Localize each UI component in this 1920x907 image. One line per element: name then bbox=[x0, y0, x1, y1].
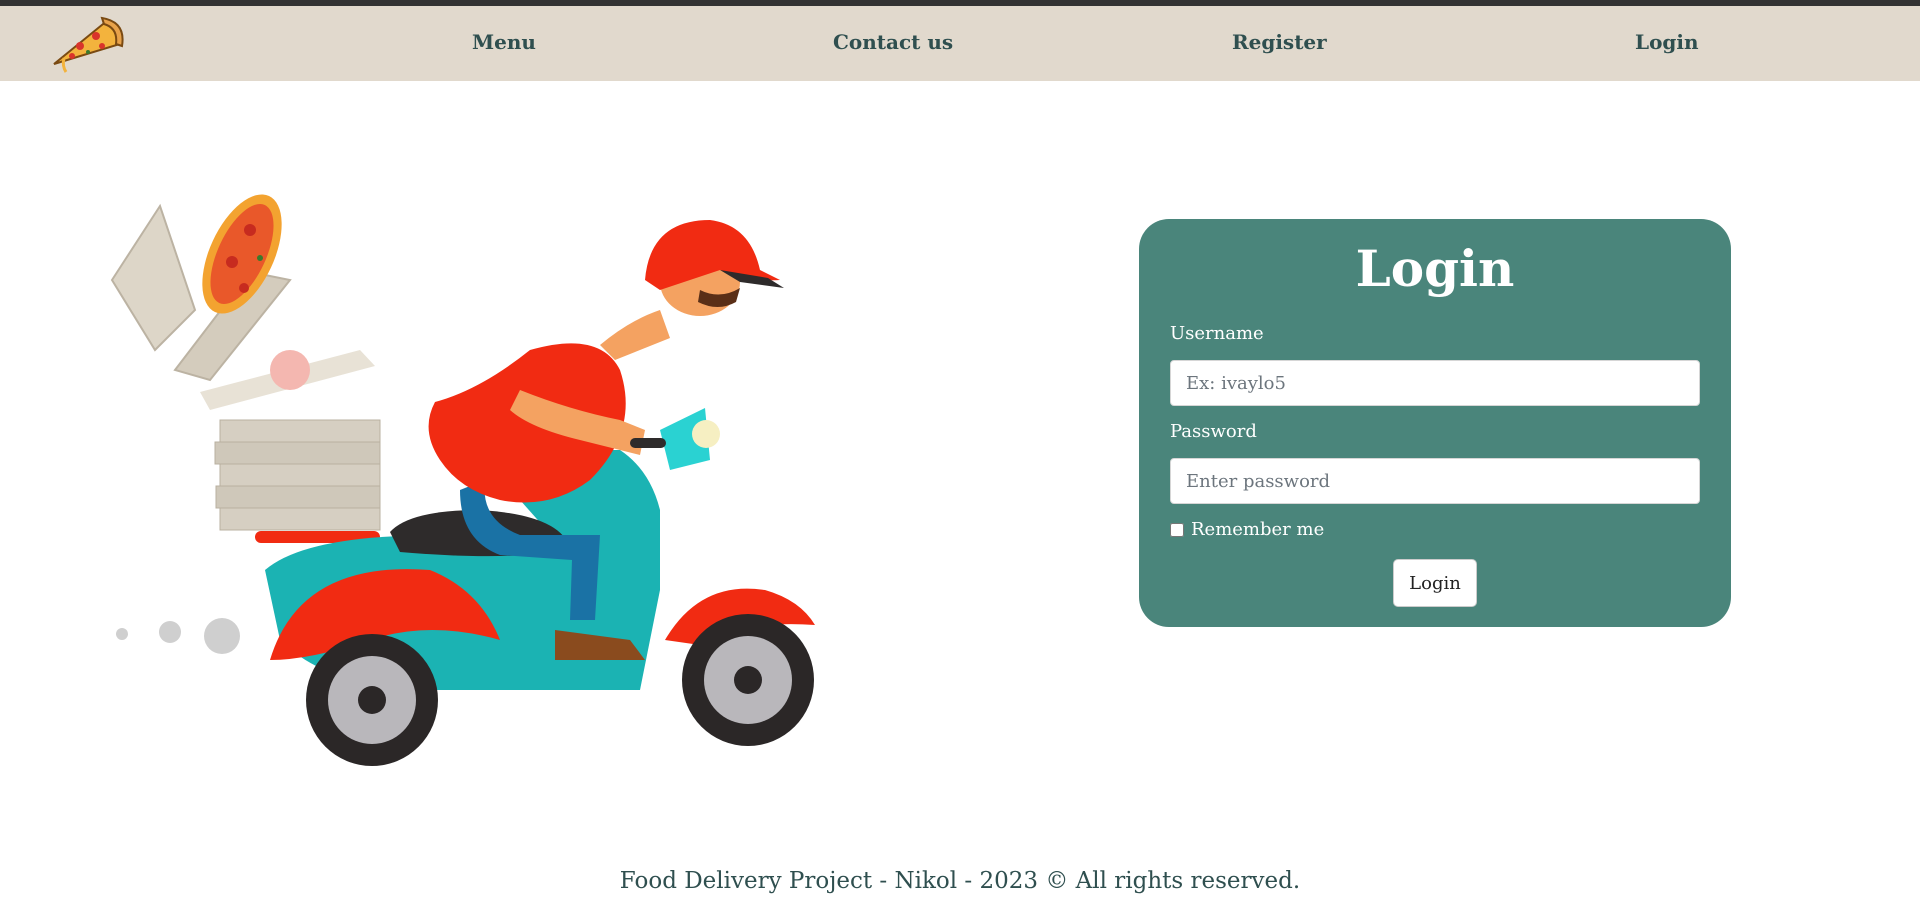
login-title: Login bbox=[1355, 239, 1515, 298]
password-label: Password bbox=[1170, 421, 1257, 442]
password-input[interactable] bbox=[1170, 458, 1700, 504]
remember-me-checkbox[interactable] bbox=[1170, 522, 1184, 537]
pizza-logo-icon[interactable] bbox=[46, 12, 126, 76]
login-card: Login Username Password Remember me Logi… bbox=[1139, 219, 1731, 627]
navbar: Menu Contact us Register Login bbox=[0, 6, 1920, 81]
nav-menu-link[interactable]: Menu bbox=[472, 30, 536, 54]
remember-me-row: Remember me bbox=[1170, 519, 1324, 540]
username-label: Username bbox=[1170, 323, 1264, 344]
remember-me-label[interactable]: Remember me bbox=[1191, 519, 1324, 540]
delivery-scooter-illustration bbox=[110, 194, 815, 766]
footer-copyright: Food Delivery Project - Nikol - 2023 © A… bbox=[619, 868, 1301, 894]
username-input[interactable] bbox=[1170, 360, 1700, 406]
nav-register-link[interactable]: Register bbox=[1232, 30, 1327, 54]
nav-login-link[interactable]: Login bbox=[1635, 30, 1699, 54]
nav-contact-link[interactable]: Contact us bbox=[833, 30, 953, 54]
login-submit-button[interactable]: Login bbox=[1393, 559, 1477, 607]
